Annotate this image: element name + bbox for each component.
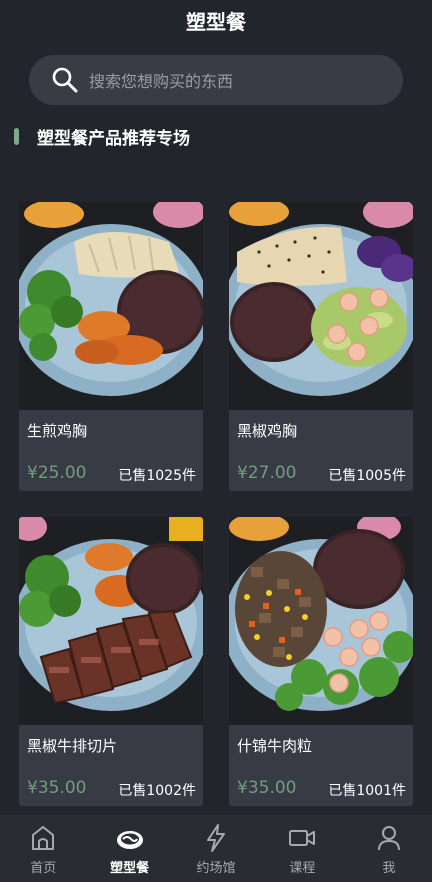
search-icon	[52, 67, 78, 93]
product-name: 生煎鸡胸	[27, 422, 88, 440]
lightning-icon	[207, 824, 226, 852]
tab-course[interactable]: 课程	[259, 815, 345, 882]
tab-label: 我	[382, 861, 396, 876]
page-title: 塑型餐	[186, 9, 246, 34]
tab-me[interactable]: 我	[346, 815, 432, 882]
section-header: 塑型餐产品推荐专场	[14, 124, 190, 149]
product-sold-count: 已售1005件	[328, 468, 406, 484]
product-image	[229, 517, 413, 725]
tab-label: 约场馆	[196, 861, 236, 876]
section-accent-bar	[14, 127, 19, 145]
product-sold-count: 已售1001件	[328, 783, 406, 799]
product-image	[19, 202, 203, 410]
product-price: ¥27.00	[237, 463, 297, 483]
home-icon	[32, 826, 55, 850]
tab-label: 课程	[289, 861, 316, 876]
bottom-tab-bar: 首页 塑型餐 约场馆 课程 我	[0, 815, 432, 882]
product-card[interactable]: 黑椒鸡胸 ¥27.00 已售1005件	[229, 202, 413, 491]
app-header: 塑型餐	[0, 0, 432, 40]
product-name: 什锦牛肉粒	[237, 737, 313, 755]
product-card[interactable]: 生煎鸡胸 ¥25.00 已售1025件	[19, 202, 203, 491]
video-icon	[289, 830, 316, 846]
product-price: ¥35.00	[237, 778, 297, 798]
product-image	[19, 517, 203, 725]
tab-meal[interactable]: 塑型餐	[86, 815, 172, 882]
search-bar[interactable]: 搜索您想购买的东西	[29, 55, 403, 105]
product-card[interactable]: 什锦牛肉粒 ¥35.00 已售1001件	[229, 517, 413, 806]
product-sold-count: 已售1025件	[118, 468, 196, 484]
product-image	[229, 202, 413, 410]
product-name: 黑椒牛排切片	[27, 737, 118, 755]
product-name: 黑椒鸡胸	[237, 422, 298, 440]
product-card[interactable]: 黑椒牛排切片 ¥35.00 已售1002件	[19, 517, 203, 806]
section-title: 塑型餐产品推荐专场	[37, 128, 190, 149]
search-placeholder: 搜索您想购买的东西	[89, 72, 234, 91]
tab-label: 塑型餐	[110, 861, 150, 876]
product-price: ¥35.00	[27, 778, 87, 798]
tab-home[interactable]: 首页	[0, 815, 86, 882]
tab-venue[interactable]: 约场馆	[173, 815, 259, 882]
meal-icon	[116, 831, 143, 849]
person-icon	[377, 826, 400, 851]
product-sold-count: 已售1002件	[118, 783, 196, 799]
tab-label: 首页	[30, 861, 57, 876]
product-price: ¥25.00	[27, 463, 87, 483]
